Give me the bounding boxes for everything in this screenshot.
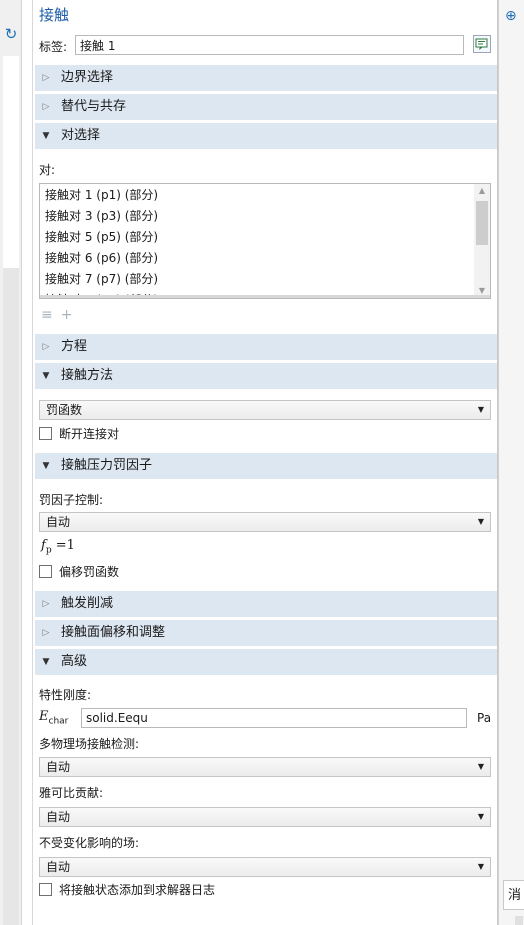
list-item[interactable]: 接触对 1 (p1) (部分): [45, 185, 158, 206]
section-label: 对选择: [61, 128, 101, 143]
label-caption: 标签:: [39, 40, 68, 54]
chevron-down-icon: ▼: [477, 812, 484, 821]
fp-expression: fp =1: [41, 538, 75, 556]
list-toolbar: ≡ +: [41, 306, 80, 324]
echar-letter: E: [39, 709, 49, 724]
add-icon[interactable]: +: [61, 306, 73, 324]
list-bottom-border: [40, 295, 490, 298]
jacobian-label: 雅可比贡献:: [39, 786, 104, 800]
scroll-thumb[interactable]: [476, 201, 488, 245]
section-pair-selection[interactable]: ▼ 对选择: [35, 123, 497, 149]
fp-value: =1: [55, 538, 75, 553]
settings-panel: 接触 标签: ▷ 边界选择 ▷ 替代与共存 ▼ 对选择 对: 接触对 1 (p1…: [32, 0, 498, 925]
chevron-down-icon: ▼: [477, 862, 484, 871]
section-label: 接触压力罚因子: [61, 458, 153, 473]
list-clear-icon[interactable]: ≡: [41, 306, 53, 324]
tree-scroll-lower: [3, 268, 19, 925]
list-scrollbar[interactable]: ▲ ▼: [474, 184, 490, 298]
list-item[interactable]: 接触对 6 (p6) (部分): [45, 248, 158, 269]
section-label: 高级: [61, 654, 88, 669]
chevron-down-icon: ▼: [477, 405, 484, 414]
section-contact-method[interactable]: ▼ 接触方法: [35, 363, 497, 389]
model-tree-strip: ↻: [0, 0, 22, 925]
splitter[interactable]: [22, 0, 32, 925]
panel-title: 接触: [39, 6, 70, 24]
echar-unit: Pa: [477, 711, 492, 725]
tree-scrollbar[interactable]: [3, 56, 19, 268]
triangle-right-icon: ▷: [42, 599, 50, 609]
chevron-down-icon: ▼: [477, 762, 484, 771]
checkbox-box[interactable]: [39, 427, 52, 440]
section-label: 触发削减: [61, 596, 114, 611]
list-item[interactable]: 接触对 7 (p7) (部分): [45, 269, 158, 290]
zoom-in-icon[interactable]: ⊕: [505, 8, 521, 24]
section-equation[interactable]: ▷ 方程: [35, 334, 497, 360]
unaffected-select[interactable]: 自动 ▼: [39, 857, 491, 877]
checkbox-box[interactable]: [39, 883, 52, 896]
checkbox-label: 偏移罚函数: [59, 565, 120, 579]
checkbox-box[interactable]: [39, 565, 52, 578]
triangle-right-icon: ▷: [42, 73, 50, 83]
jacobian-select[interactable]: 自动 ▼: [39, 807, 491, 827]
triangle-right-icon: ▷: [42, 102, 50, 112]
pair-listbox[interactable]: 接触对 1 (p1) (部分) 接触对 3 (p3) (部分) 接触对 5 (p…: [39, 183, 491, 299]
triangle-down-icon: ▼: [42, 131, 50, 141]
graphics-strip: ⊕ 消: [498, 0, 524, 925]
list-item[interactable]: 接触对 3 (p3) (部分): [45, 206, 158, 227]
echar-input[interactable]: [81, 708, 467, 728]
section-boundary-selection[interactable]: ▷ 边界选择: [35, 65, 497, 91]
select-value: 自动: [46, 515, 71, 529]
messages-tab[interactable]: 消: [503, 880, 524, 910]
echar-symbol: Echar: [39, 709, 68, 727]
triangle-down-icon: ▼: [42, 371, 50, 381]
checkbox-label: 断开连接对: [59, 427, 120, 441]
triangle-right-icon: ▷: [42, 342, 50, 352]
section-penalty-factor[interactable]: ▼ 接触压力罚因子: [35, 453, 497, 479]
multiphysics-label: 多物理场接触检测:: [39, 737, 140, 751]
triangle-down-icon: ▼: [42, 461, 50, 471]
section-label: 方程: [61, 339, 88, 354]
penalty-control-select[interactable]: 自动 ▼: [39, 512, 491, 532]
scroll-up-icon[interactable]: ▲: [474, 184, 490, 198]
section-label: 替代与共存: [61, 99, 127, 114]
section-label: 接触面偏移和调整: [61, 625, 166, 640]
triangle-down-icon: ▼: [42, 657, 50, 667]
section-offset-adjust[interactable]: ▷ 接触面偏移和调整: [35, 620, 497, 646]
select-value: 罚函数: [46, 403, 83, 417]
unaffected-label: 不受变化影响的场:: [39, 836, 140, 850]
section-advanced[interactable]: ▼ 高级: [35, 649, 497, 675]
fp-subscript: p: [45, 545, 52, 556]
select-value: 自动: [46, 860, 71, 874]
triangle-right-icon: ▷: [42, 628, 50, 638]
label-editor-icon[interactable]: [473, 35, 491, 53]
refresh-icon[interactable]: ↻: [3, 26, 19, 42]
checkbox-label: 将接触状态添加到求解器日志: [59, 883, 216, 897]
multiphysics-select[interactable]: 自动 ▼: [39, 757, 491, 777]
select-value: 自动: [46, 810, 71, 824]
list-item[interactable]: 接触对 5 (p5) (部分): [45, 227, 158, 248]
chevron-down-icon: ▼: [477, 517, 484, 526]
contact-method-select[interactable]: 罚函数 ▼: [39, 400, 491, 420]
section-trigger-reduction[interactable]: ▷ 触发削减: [35, 591, 497, 617]
section-override-coexist[interactable]: ▷ 替代与共存: [35, 94, 497, 120]
penalty-control-label: 罚因子控制:: [39, 493, 104, 507]
echar-subscript: char: [48, 716, 69, 727]
stiffness-label: 特性刚度:: [39, 688, 92, 702]
label-input[interactable]: [75, 35, 464, 55]
section-label: 接触方法: [61, 368, 114, 383]
select-value: 自动: [46, 760, 71, 774]
section-label: 边界选择: [61, 70, 114, 85]
pair-list-label: 对:: [39, 163, 56, 177]
strip-corner: [515, 916, 523, 925]
